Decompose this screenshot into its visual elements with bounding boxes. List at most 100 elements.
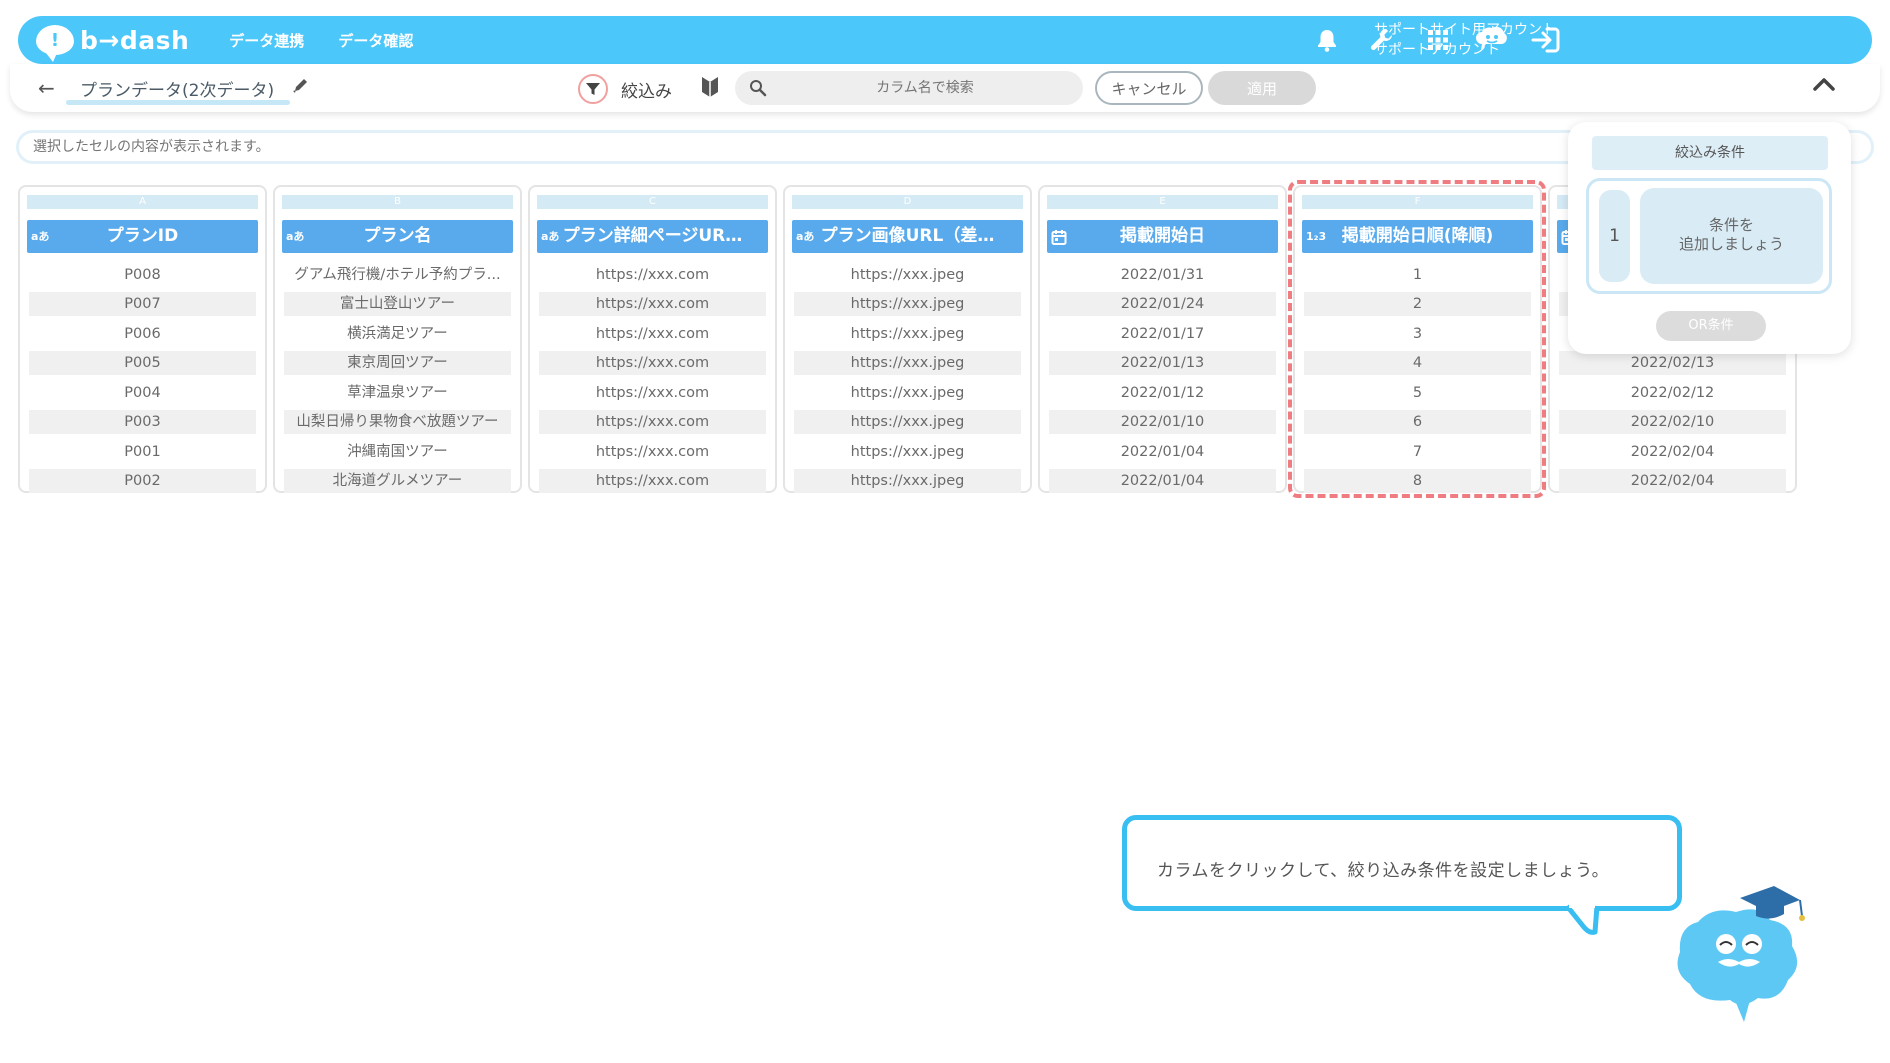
table-cell[interactable]: P003 xyxy=(29,408,256,438)
mascot-character-icon xyxy=(1677,886,1805,1022)
column-header[interactable]: 掲載開始日 xyxy=(1047,220,1278,253)
column-header[interactable]: aあ プラン詳細ページUR… xyxy=(537,220,768,253)
table-cell[interactable]: 山梨日帰り果物食べ放題ツアー xyxy=(284,408,511,438)
table-cell[interactable]: 横浜満足ツアー xyxy=(284,319,511,349)
cancel-button[interactable]: キャンセル xyxy=(1095,71,1203,105)
table-cell[interactable]: https://xxx.com xyxy=(539,378,766,408)
bdash-logo[interactable]: ! b→dash xyxy=(36,25,189,62)
table-cell[interactable]: 富士山登山ツアー xyxy=(284,290,511,320)
chevron-up-icon[interactable] xyxy=(1812,76,1836,96)
table-cell[interactable]: 1 xyxy=(1304,260,1531,290)
table-cell[interactable]: 草津温泉ツアー xyxy=(284,378,511,408)
table-cell[interactable]: P006 xyxy=(29,319,256,349)
cell-value: https://xxx.jpeg xyxy=(850,325,965,342)
table-cell[interactable]: P005 xyxy=(29,349,256,379)
column-f[interactable]: F 1₂3 掲載開始日順(降順) 1 2 3 4 5 6 7 8 xyxy=(1293,185,1542,494)
table-cell[interactable]: 3 xyxy=(1304,319,1531,349)
column-values: P008 P007 P006 P005 P004 P003 P001 P002 xyxy=(29,260,256,496)
search-input[interactable] xyxy=(775,71,1075,105)
table-cell[interactable]: 4 xyxy=(1304,349,1531,379)
column-header[interactable]: 1₂3 掲載開始日順(降順) xyxy=(1302,220,1533,253)
table-cell[interactable]: https://xxx.com xyxy=(539,319,766,349)
grid-icon[interactable] xyxy=(1422,24,1454,56)
cell-value: https://xxx.com xyxy=(539,292,766,317)
wrench-icon[interactable] xyxy=(1366,24,1398,56)
column-c[interactable]: Caあ プラン詳細ページUR… https://xxx.com https://xxx… xyxy=(528,185,777,494)
table-cell[interactable]: https://xxx.jpeg xyxy=(794,290,1021,320)
cell-value: P005 xyxy=(29,351,256,376)
table-cell[interactable]: https://xxx.com xyxy=(539,408,766,438)
table-cell[interactable]: https://xxx.jpeg xyxy=(794,260,1021,290)
table-cell[interactable]: 2022/01/12 xyxy=(1049,378,1276,408)
table-cell[interactable]: 2022/01/04 xyxy=(1049,467,1276,497)
tooltip-text: カラムをクリックして、絞り込み条件を設定しましょう。 xyxy=(1157,861,1610,881)
table-cell[interactable]: https://xxx.com xyxy=(539,260,766,290)
table-cell[interactable]: https://xxx.com xyxy=(539,437,766,467)
filter-icon[interactable] xyxy=(578,74,608,104)
apply-button[interactable]: 適用 xyxy=(1208,71,1316,105)
table-cell[interactable]: P001 xyxy=(29,437,256,467)
table-cell[interactable]: P002 xyxy=(29,467,256,497)
table-cell[interactable]: https://xxx.jpeg xyxy=(794,408,1021,438)
table-cell[interactable]: 6 xyxy=(1304,408,1531,438)
table-cell[interactable]: 7 xyxy=(1304,437,1531,467)
table-cell[interactable]: グアム飛行機/ホテル予約プラ... xyxy=(284,260,511,290)
table-cell[interactable]: https://xxx.jpeg xyxy=(794,467,1021,497)
table-cell[interactable]: 2 xyxy=(1304,290,1531,320)
column-e[interactable]: E 掲載開始日 2022/01/31 2022/01/24 2022/01/17 2022… xyxy=(1038,185,1287,494)
column-search xyxy=(735,71,1083,105)
table-cell[interactable]: 2022/02/04 xyxy=(1559,437,1786,467)
filter-label[interactable]: 絞込み xyxy=(621,77,672,102)
table-cell[interactable]: 沖縄南国ツアー xyxy=(284,437,511,467)
account-info[interactable]: サポートサイト用アカウント サポートアカウント xyxy=(1374,20,1556,60)
table-cell[interactable]: P004 xyxy=(29,378,256,408)
guide-tooltip: カラムをクリックして、絞り込み条件を設定しましょう。 xyxy=(1122,815,1682,911)
column-b[interactable]: Baあ プラン名 グアム飛行機/ホテル予約プラ... 富士山登山ツアー 横浜満足ツアー東… xyxy=(273,185,522,494)
cell-content-input[interactable] xyxy=(33,133,1033,161)
nav-data-integration[interactable]: データ連携 xyxy=(229,30,304,51)
table-cell[interactable]: P008 xyxy=(29,260,256,290)
page-title[interactable]: プランデータ(2次データ) xyxy=(80,76,274,101)
table-cell[interactable]: 2022/02/04 xyxy=(1559,467,1786,497)
logo-bubble-icon: ! xyxy=(36,25,74,62)
table-cell[interactable]: https://xxx.com xyxy=(539,467,766,497)
calendar-icon xyxy=(1051,220,1067,253)
table-cell[interactable]: 東京周回ツアー xyxy=(284,349,511,379)
table-cell[interactable]: 2022/02/12 xyxy=(1559,378,1786,408)
table-cell[interactable]: 2022/01/10 xyxy=(1049,408,1276,438)
text-type-icon: aあ xyxy=(286,230,305,243)
bell-icon[interactable] xyxy=(1311,24,1343,56)
add-condition-dropzone[interactable]: 条件を 追加しましょう xyxy=(1640,188,1823,284)
column-header[interactable]: aあ プラン画像URL（差… xyxy=(792,220,1023,253)
cell-value: https://xxx.jpeg xyxy=(794,351,1021,376)
table-cell[interactable]: P007 xyxy=(29,290,256,320)
logout-icon[interactable] xyxy=(1530,24,1562,56)
table-cell[interactable]: 2022/02/10 xyxy=(1559,408,1786,438)
table-cell[interactable]: 2022/01/04 xyxy=(1049,437,1276,467)
condition-number: 1 xyxy=(1597,188,1632,284)
column-d[interactable]: Daあ プラン画像URL（差… https://xxx.jpeg https://xx… xyxy=(783,185,1032,494)
or-condition-button[interactable]: OR条件 xyxy=(1656,311,1766,341)
table-cell[interactable]: 北海道グルメツアー xyxy=(284,467,511,497)
table-cell[interactable]: https://xxx.jpeg xyxy=(794,378,1021,408)
pencil-icon[interactable] xyxy=(292,76,310,98)
table-cell[interactable]: https://xxx.com xyxy=(539,290,766,320)
back-arrow-icon[interactable]: ← xyxy=(38,76,55,100)
table-cell[interactable]: https://xxx.jpeg xyxy=(794,349,1021,379)
column-header[interactable]: aあ プランID xyxy=(27,220,258,253)
column-header[interactable]: aあ プラン名 xyxy=(282,220,513,253)
beginner-mark-icon[interactable] xyxy=(700,75,720,103)
table-cell[interactable]: 2022/01/24 xyxy=(1049,290,1276,320)
table-cell[interactable]: 5 xyxy=(1304,378,1531,408)
table-cell[interactable]: 2022/01/31 xyxy=(1049,260,1276,290)
mascot-icon[interactable] xyxy=(1476,24,1508,56)
table-cell[interactable]: 8 xyxy=(1304,467,1531,497)
search-icon xyxy=(750,80,767,97)
table-cell[interactable]: https://xxx.jpeg xyxy=(794,319,1021,349)
table-cell[interactable]: https://xxx.jpeg xyxy=(794,437,1021,467)
table-cell[interactable]: https://xxx.com xyxy=(539,349,766,379)
table-cell[interactable]: 2022/01/17 xyxy=(1049,319,1276,349)
table-cell[interactable]: 2022/01/13 xyxy=(1049,349,1276,379)
nav-data-check[interactable]: データ確認 xyxy=(338,30,413,51)
column-a[interactable]: Aaあ プランID P008 P007 P006 P005 P004 P003 P001 P002 xyxy=(18,185,267,496)
